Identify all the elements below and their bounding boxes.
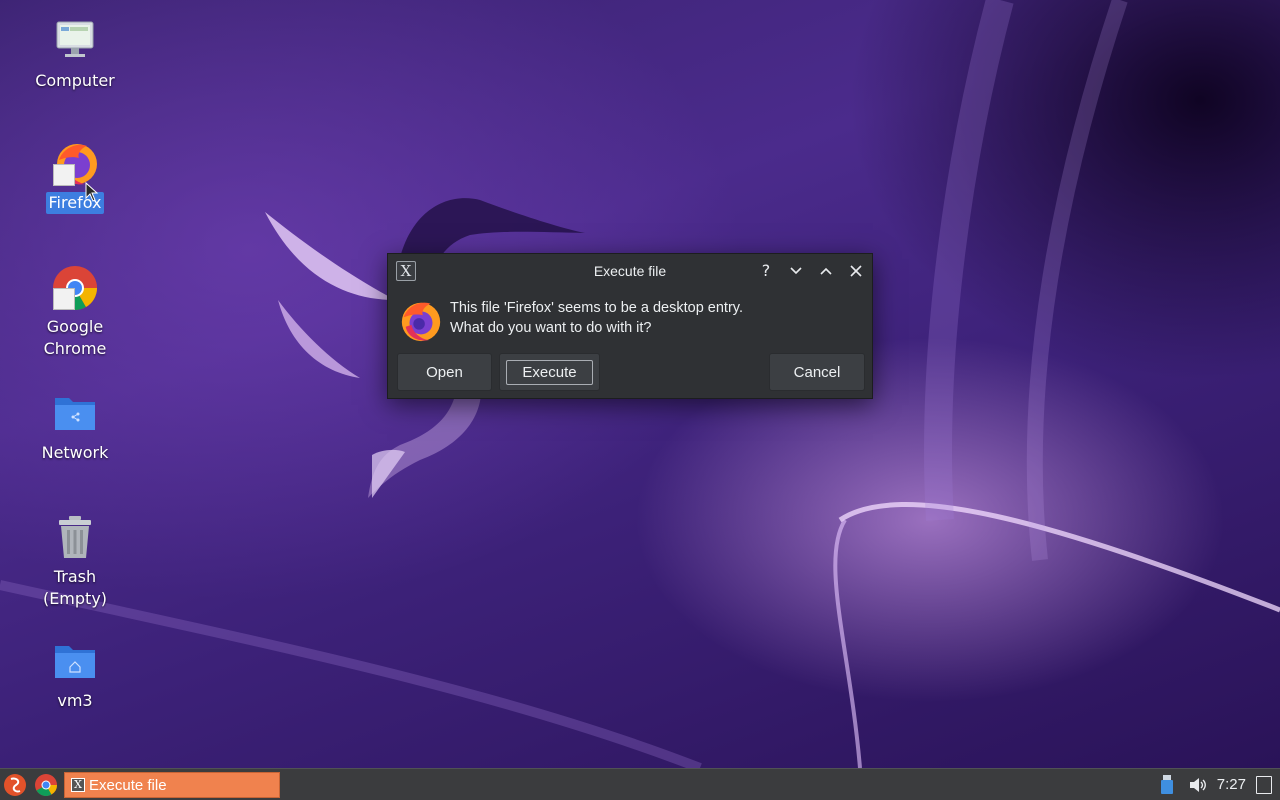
maximize-icon[interactable] bbox=[814, 259, 838, 283]
desktop-icon-label: Google Chrome bbox=[43, 317, 107, 358]
chrome-icon bbox=[51, 264, 99, 312]
mouse-cursor-icon bbox=[85, 182, 99, 202]
cancel-button-label: Cancel bbox=[793, 363, 841, 381]
dialog-message-line2: What do you want to do with it? bbox=[450, 320, 652, 336]
cancel-button[interactable]: Cancel bbox=[769, 353, 865, 391]
desktop-icon-trash[interactable]: Trash (Empty) bbox=[20, 514, 130, 610]
desktop-icon-label: vm3 bbox=[57, 691, 93, 710]
removable-drive-icon[interactable] bbox=[1160, 775, 1174, 795]
window-app-icon: X bbox=[71, 778, 85, 792]
desktop-icon-label: Network bbox=[41, 443, 109, 462]
desktop-icon-label: Trash (Empty) bbox=[42, 567, 108, 608]
volume-icon[interactable] bbox=[1188, 775, 1208, 795]
open-button-label: Open bbox=[426, 363, 463, 381]
execute-button-label: Execute bbox=[506, 359, 593, 385]
execute-button[interactable]: Execute bbox=[499, 353, 600, 391]
dialog-message: This file 'Firefox' seems to be a deskto… bbox=[450, 298, 743, 348]
dialog-titlebar[interactable]: X Execute file ? bbox=[388, 254, 872, 288]
minimize-icon[interactable] bbox=[784, 259, 808, 283]
start-menu-icon bbox=[4, 774, 26, 796]
desktop-icon-vm3[interactable]: vm3 bbox=[20, 638, 130, 712]
chrome-icon bbox=[35, 774, 57, 796]
clock[interactable]: 7:27 bbox=[1217, 769, 1246, 800]
firefox-icon bbox=[398, 298, 444, 348]
taskbar-item-label: Execute file bbox=[89, 776, 167, 794]
open-button[interactable]: Open bbox=[397, 353, 492, 391]
taskbar-item-execute-file[interactable]: X Execute file bbox=[64, 772, 280, 798]
taskbar: X Execute file 7:27 bbox=[0, 768, 1280, 800]
trash-icon bbox=[51, 514, 99, 562]
show-desktop-icon[interactable] bbox=[1256, 776, 1272, 794]
desktop-icon-firefox[interactable]: Firefox bbox=[20, 140, 130, 214]
home-folder-icon bbox=[51, 638, 99, 686]
desktop-icon-label: Computer bbox=[35, 71, 115, 90]
computer-icon bbox=[51, 18, 99, 66]
network-folder-icon bbox=[51, 390, 99, 438]
help-icon[interactable]: ? bbox=[754, 259, 778, 283]
desktop-icon-computer[interactable]: Computer bbox=[20, 18, 130, 92]
close-icon[interactable] bbox=[844, 259, 868, 283]
dialog-message-line1: This file 'Firefox' seems to be a deskto… bbox=[450, 300, 743, 316]
dialog-body: This file 'Firefox' seems to be a deskto… bbox=[398, 298, 862, 348]
desktop-icon-google-chrome[interactable]: Google Chrome bbox=[20, 264, 130, 360]
execute-file-dialog: X Execute file ? This file 'Firefox' see… bbox=[387, 253, 873, 399]
desktop-icon-network[interactable]: Network bbox=[20, 390, 130, 464]
firefox-icon bbox=[51, 140, 99, 188]
start-menu-button[interactable] bbox=[3, 773, 27, 797]
chrome-launcher[interactable] bbox=[34, 773, 58, 797]
